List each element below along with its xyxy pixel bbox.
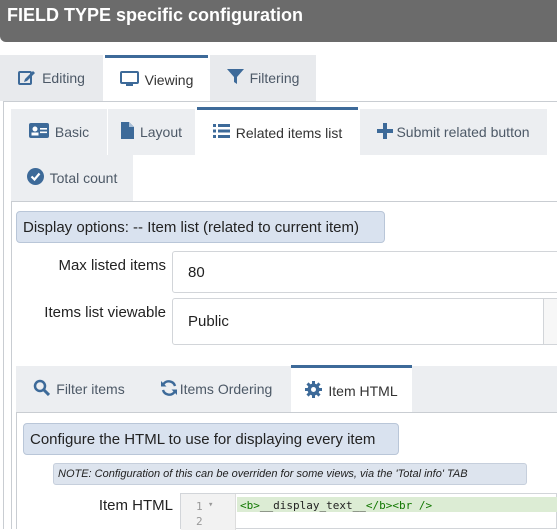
- gear-icon: [305, 380, 323, 401]
- tab-label: Related items list: [235, 124, 343, 141]
- list-icon: [212, 124, 230, 141]
- sync-icon: [160, 379, 178, 400]
- main-tabs: Editing Viewing Filtering: [0, 55, 557, 102]
- select-value: Public: [188, 313, 229, 330]
- select-handle[interactable]: [543, 299, 557, 344]
- code-tag-open: <b>: [240, 499, 260, 512]
- id-card-icon: [28, 123, 49, 141]
- tab-label: Total count: [49, 170, 118, 186]
- fold-toggle[interactable]: ▾: [208, 500, 213, 510]
- tab-editing[interactable]: Editing: [0, 55, 103, 101]
- tab-submit-related-button[interactable]: Submit related button: [360, 109, 547, 155]
- code-line[interactable]: <b>__display_text__</b><br />: [240, 499, 432, 512]
- search-icon: [33, 379, 51, 399]
- tab-item-html[interactable]: Item HTML: [291, 365, 412, 413]
- edit-icon: [18, 69, 36, 88]
- tab-label: Filter items: [56, 381, 125, 397]
- tab-label: Filtering: [249, 70, 300, 86]
- tab-items-ordering[interactable]: Items Ordering: [144, 366, 288, 412]
- max-listed-items-label: Max listed items: [58, 257, 166, 274]
- tab-related-items-list[interactable]: Related items list: [197, 107, 358, 155]
- tab-label: Items Ordering: [179, 381, 273, 397]
- items-list-viewable-select[interactable]: Public: [172, 298, 557, 345]
- filter-icon: [226, 68, 244, 88]
- tab-label: Layout: [139, 124, 183, 140]
- tab-viewing[interactable]: Viewing: [105, 55, 208, 102]
- tab-label: Submit related button: [396, 124, 530, 140]
- plus-icon: [377, 122, 394, 142]
- item-html-label: Item HTML: [98, 497, 173, 514]
- page-title: FIELD TYPE specific configuration: [0, 0, 557, 42]
- items-list-viewable-label: Items list viewable: [44, 304, 166, 321]
- item-html-code-editor[interactable]: 1 ▾ 2 <b>__display_text__</b><br />: [180, 493, 557, 530]
- tab-label: Viewing: [144, 72, 194, 88]
- line-number: 2: [196, 515, 203, 528]
- tab-label: Basic: [54, 124, 90, 140]
- tab-filter-items[interactable]: Filter items: [16, 366, 142, 412]
- configure-html-label: Configure the HTML to use for displaying…: [23, 423, 399, 455]
- code-text: __display_text__: [259, 499, 366, 512]
- file-icon: [120, 122, 134, 142]
- configuration-note: NOTE: Configuration of this can be overr…: [53, 463, 527, 485]
- check-circle-icon: [26, 168, 44, 188]
- monitor-icon: [119, 70, 139, 90]
- display-options-label: Display options: -- Item list (related t…: [16, 211, 385, 243]
- max-listed-items-input[interactable]: 80: [172, 251, 557, 293]
- tab-filtering[interactable]: Filtering: [210, 55, 316, 101]
- line-number: 1: [196, 500, 203, 513]
- tab-basic[interactable]: Basic: [11, 109, 107, 155]
- tab-label: Item HTML: [328, 382, 398, 399]
- code-tag-close: </b><br />: [365, 499, 433, 512]
- tab-label: Editing: [42, 70, 85, 86]
- tab-layout[interactable]: Layout: [108, 109, 195, 155]
- tab-total-count[interactable]: Total count: [11, 155, 133, 201]
